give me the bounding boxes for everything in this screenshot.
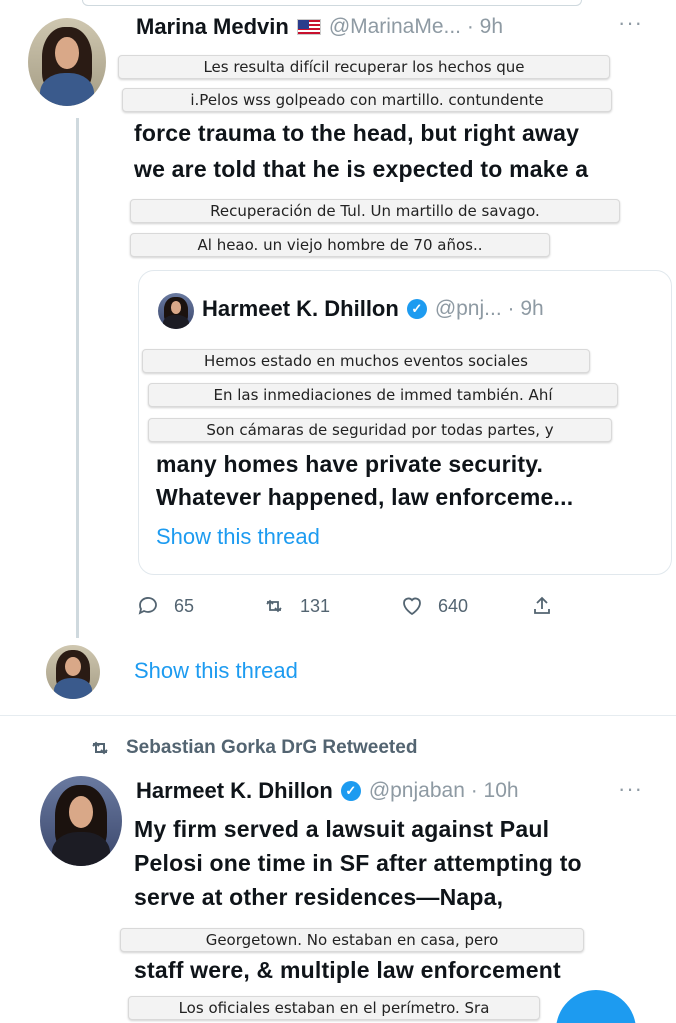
tweet1-text-line: force trauma to the head, but right away [134,120,580,146]
quote-text-line: many homes have private security. [156,451,544,477]
handle-time[interactable]: @MarinaMe... · 9h [329,15,503,39]
like-count: 640 [438,595,469,616]
caption-overlay: Les resulta difícil recuperar los hechos… [118,55,610,79]
avatar-marina-medvin[interactable] [28,18,106,106]
quote-show-thread-link[interactable]: Show this thread [156,524,320,550]
retweeted-by-row[interactable]: Sebastian Gorka DrG Retweeted [88,736,417,760]
us-flag-icon [296,19,321,35]
caption-overlay: Recuperación de Tul. Un martillo de sava… [130,199,620,223]
show-thread-link[interactable]: Show this thread [134,658,298,684]
share-button[interactable] [530,594,554,618]
tweet1-header: Marina Medvin @MarinaMe... · 9h [136,14,503,40]
compose-tweet-button[interactable] [556,990,636,1023]
avatar-harmeet-dhillon-small[interactable] [158,293,194,329]
tweet2-author-name[interactable]: Harmeet K. Dhillon [136,778,333,804]
retweet-button[interactable]: 131 [262,594,330,618]
retweeted-by-label: Sebastian Gorka DrG Retweeted [126,737,418,758]
reply-button[interactable]: 65 [136,594,194,618]
tweet2-header: Harmeet K. Dhillon ✓ @pnjaban · 10h [136,778,519,804]
caption-overlay: i.Pelos wss golpeado con martillo. contu… [122,88,612,112]
share-icon [534,596,550,614]
quote-handle-time[interactable]: @pnj... · 9h [435,297,544,321]
caption-overlay: Hemos estado en muchos eventos sociales [142,349,590,373]
heart-icon [403,597,421,616]
quote-header: Harmeet K. Dhillon ✓ @pnj... · 9h [202,296,544,322]
reply-icon [138,597,157,615]
caption-overlay: Los oficiales estaban en el perímetro. S… [128,996,540,1020]
tweet2-text-line: serve at other residences—Napa, [134,884,504,910]
retweet-icon [92,741,108,755]
avatar-harmeet-dhillon[interactable] [40,776,122,866]
caption-overlay: En las inmediaciones de immed también. A… [148,383,618,407]
quote-author-name[interactable]: Harmeet K. Dhillon [202,296,399,322]
previous-card-edge [82,0,582,6]
tweet2-text-line: My firm served a lawsuit against Paul [134,816,550,842]
caption-overlay: Al heao. un viejo hombre de 70 años.. [130,233,550,257]
thread-line [76,118,79,638]
tweet2-text-line: Pelosi one time in SF after attempting t… [134,850,582,876]
tweet2-text-line: staff were, & multiple law enforcement [134,957,561,983]
author-name[interactable]: Marina Medvin [136,14,289,40]
tweet1-text-line: we are told that he is expected to make … [134,156,589,182]
caption-overlay: Georgetown. No estaban en casa, pero [120,928,584,952]
tweet-divider [0,715,676,716]
avatar-marina-medvin-small[interactable] [46,645,100,699]
retweet-icon [266,599,282,613]
quote-text-line: Whatever happened, law enforceme... [156,484,574,510]
retweet-count: 131 [300,595,331,616]
like-button[interactable]: 640 [400,594,468,618]
verified-badge-icon: ✓ [406,299,427,319]
more-options-icon[interactable]: ··· [618,10,643,36]
verified-badge-icon: ✓ [340,781,361,801]
reply-count: 65 [174,595,195,616]
tweet2-handle-time[interactable]: @pnjaban · 10h [369,779,519,803]
more-options-icon[interactable]: ··· [618,776,643,802]
caption-overlay: Son cámaras de seguridad por todas parte… [148,418,612,442]
